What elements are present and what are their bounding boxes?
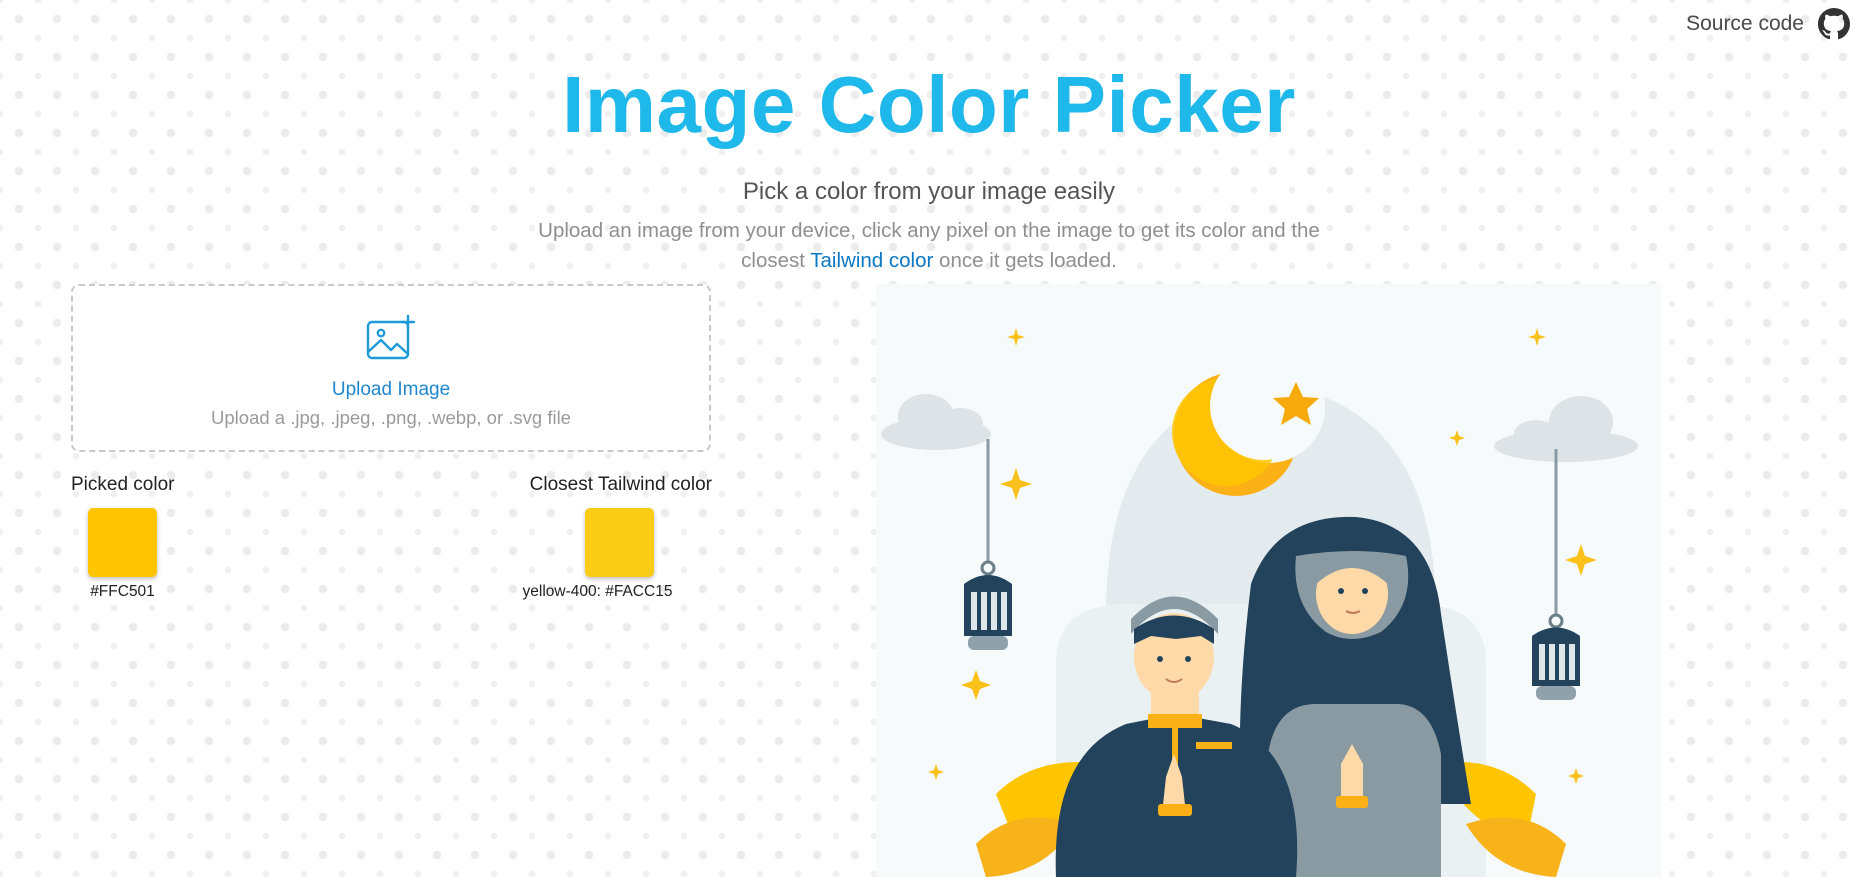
image-add-icon [364, 308, 418, 371]
uploaded-image[interactable] [876, 284, 1661, 877]
description-text-end: once it gets loaded. [933, 249, 1117, 272]
closest-color-swatch [585, 508, 654, 577]
closest-color-value: yellow-400: #FACC15 [522, 583, 673, 600]
github-icon[interactable] [1818, 8, 1850, 40]
upload-dropzone[interactable]: Upload Image Upload a .jpg, .jpeg, .png,… [71, 284, 711, 452]
closest-color-heading: Closest Tailwind color [529, 474, 712, 495]
picked-color-heading: Picked color [71, 474, 175, 495]
page-title: Image Color Picker [562, 60, 1296, 149]
upload-hint: Upload a .jpg, .jpeg, .png, .webp, or .s… [211, 406, 571, 428]
page-subtitle: Pick a color from your image easily [742, 178, 1116, 205]
tailwind-color-link[interactable]: Tailwind color [810, 249, 933, 272]
closest-color-panel: Closest Tailwind color yellow-400: #FACC… [523, 474, 712, 601]
top-bar: Source code [1686, 8, 1850, 40]
picked-color-swatch [88, 508, 157, 577]
source-code-link[interactable]: Source code [1686, 12, 1804, 36]
page-header: Image Color Picker Pick a color from you… [0, 60, 1858, 276]
upload-image-label[interactable]: Upload Image [332, 379, 450, 401]
picked-color-panel: Picked color #FFC501 [71, 474, 175, 601]
page-description: Upload an image from your device, click … [509, 216, 1349, 276]
picked-color-value: #FFC501 [90, 583, 155, 600]
